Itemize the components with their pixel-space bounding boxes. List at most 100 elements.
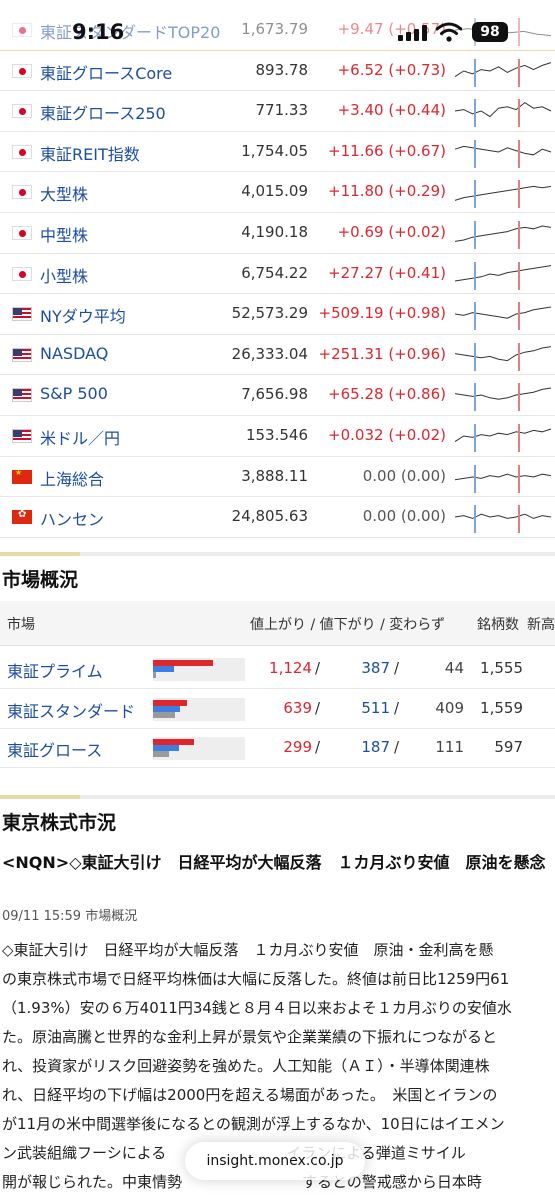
index-change: +11.66 (+0.67) <box>328 141 446 160</box>
index-row[interactable]: NASDAQ 26,333.04 +251.31 (+0.96) <box>0 335 555 376</box>
index-row[interactable]: 小型株 6,754.22 +27.27 (+0.41) <box>0 254 555 295</box>
cn-flag-icon <box>12 468 32 484</box>
sparkline-chart <box>454 220 552 249</box>
sparkline-series <box>454 387 552 401</box>
status-bar: 9:16 98 <box>0 0 555 62</box>
unchanged-bar-fill <box>153 712 175 718</box>
index-change: +251.31 (+0.96) <box>318 344 447 363</box>
index-name-link[interactable]: 大型株 <box>40 181 88 205</box>
sparkline-chart <box>454 342 552 371</box>
index-price: 24,805.63 <box>231 507 308 526</box>
sparkline-chart <box>454 464 552 493</box>
sparkline-chart <box>454 139 552 168</box>
index-name-link[interactable]: 東証REIT指数 <box>40 141 140 165</box>
index-change: +11.80 (+0.29) <box>328 182 446 201</box>
sparkline-chart <box>454 99 552 128</box>
sparkline-series <box>454 306 552 319</box>
market-name-link[interactable]: 東証プライム <box>7 658 103 682</box>
index-change: +0.032 (+0.02) <box>328 425 446 444</box>
index-row[interactable]: NYダウ平均 52,573.29 +509.19 (+0.98) <box>0 294 555 335</box>
index-price: 1,754.05 <box>241 141 308 160</box>
index-price: 4,015.09 <box>241 182 308 201</box>
declines-count: 187 <box>361 738 390 756</box>
unchanged-count: 111 <box>435 738 464 756</box>
browser-url-bar[interactable]: insight.monex.co.jp <box>185 1142 365 1180</box>
index-name-link[interactable]: 米ドル／円 <box>40 425 120 449</box>
unchanged-bar-fill <box>153 672 156 678</box>
index-price: 771.33 <box>255 101 309 120</box>
sparkline-series <box>454 264 552 282</box>
header-new-high: 新高 <box>527 617 555 633</box>
unchanged-count: 44 <box>444 659 464 677</box>
article-body-line: （1.93%）安の６万4011円34銭と８月４日以来およそ１カ月ぶりの安値水 <box>2 999 512 1017</box>
index-row[interactable]: 東証REIT指数 1,754.05 +11.66 (+0.67) <box>0 132 555 173</box>
separator: / <box>394 659 400 677</box>
issues-count: 1,555 <box>480 659 523 677</box>
sparkline-series <box>454 102 552 118</box>
issues-count: 1,559 <box>480 699 523 717</box>
advances-count: 1,124 <box>269 659 312 677</box>
index-name-link[interactable]: 小型株 <box>40 263 88 287</box>
index-name-link[interactable]: NASDAQ <box>40 344 108 363</box>
us-flag-icon <box>12 347 32 362</box>
index-name-link[interactable]: S&P 500 <box>40 384 108 403</box>
index-change: +0.69 (+0.02) <box>337 222 446 241</box>
index-name-link[interactable]: 東証グロース250 <box>40 100 166 124</box>
index-change: 0.00 (0.00) <box>362 466 446 485</box>
unchanged-bar-fill <box>153 751 169 757</box>
separator: / <box>315 738 321 756</box>
jp-flag-icon <box>12 185 32 200</box>
index-name-link[interactable]: 東証グロースCore <box>40 60 172 84</box>
index-name-link[interactable]: ハンセン <box>40 506 104 530</box>
sparkline-chart <box>454 423 552 452</box>
article-body-line: れ、投資家がリスク回避姿勢を強めた。人工知能（ＡＩ）・半導体関連株 <box>2 1057 490 1075</box>
article-body-line: た。原油高騰と世界的な金利上昇が景気や企業業績の下振れにつながると <box>2 1028 498 1046</box>
jp-flag-icon <box>12 225 32 240</box>
advances-count: 639 <box>283 699 312 717</box>
advance-decline-bar <box>153 737 245 760</box>
sparkline-chart <box>454 383 552 412</box>
market-row: 東証プライム1,124/387/441,5554 <box>0 649 555 689</box>
separator: / <box>394 738 400 756</box>
index-price: 26,333.04 <box>231 344 308 363</box>
us-flag-icon <box>12 388 32 403</box>
index-change: +6.52 (+0.73) <box>337 60 446 79</box>
index-row[interactable]: 東証グロース250 771.33 +3.40 (+0.44) <box>0 91 555 132</box>
issues-count: 597 <box>494 738 523 756</box>
market-row: 東証スタンダード 639/511/409 1,559 <box>0 689 555 729</box>
us-flag-icon <box>12 307 32 322</box>
article-body-line: の東京株式市場で日経平均株価は大幅に反落した。終値は前日比1259円61 <box>2 970 510 988</box>
jp-flag-icon <box>12 63 32 78</box>
decline-bar-fill <box>153 666 174 672</box>
index-row[interactable]: ハンセン 24,805.63 0.00 (0.00) <box>0 497 555 538</box>
index-change: +27.27 (+0.41) <box>328 263 446 282</box>
index-price: 153.546 <box>245 425 308 444</box>
advance-decline-bar <box>153 698 245 721</box>
index-row[interactable]: 大型株 4,015.09 +11.80 (+0.29) <box>0 172 555 213</box>
index-row[interactable]: 米ドル／円 153.546 +0.032 (+0.02) <box>0 416 555 457</box>
index-row[interactable]: 上海総合 3,888.11 0.00 (0.00) <box>0 457 555 498</box>
sparkline-series <box>454 473 552 480</box>
index-table: 東証スタンダードTOP20 1,673.79 +9.47 (+0.57) 東証グロース… <box>0 10 555 538</box>
index-row[interactable]: 中型株 4,190.18 +0.69 (+0.02) <box>0 213 555 254</box>
jp-flag-icon <box>12 266 32 281</box>
sparkline-series <box>454 513 552 520</box>
market-name-link[interactable]: 東証スタンダード <box>7 698 135 722</box>
separator: / <box>315 699 321 717</box>
advance-decline-bar <box>153 658 245 681</box>
header-advance-decline: 値上がり / 値下がり / 変わらず <box>250 617 445 633</box>
index-row[interactable]: S&P 500 7,656.98 +65.28 (+0.86) <box>0 375 555 416</box>
index-price: 7,656.98 <box>241 385 308 404</box>
sparkline-series <box>454 61 552 77</box>
tokyo-market-title: 東京株式市況 <box>2 812 117 834</box>
article-title-link[interactable]: <NQN>◇東証大引け 日経平均が大幅反落 １カ月ぶり安値 原油を懸念 <box>2 850 555 875</box>
unchanged-count: 409 <box>435 699 464 717</box>
market-name-link[interactable]: 東証グロース <box>7 737 102 761</box>
index-price: 6,754.22 <box>241 263 308 282</box>
index-name-link[interactable]: 中型株 <box>40 222 88 246</box>
jp-flag-icon <box>12 104 32 119</box>
index-change: +3.40 (+0.44) <box>337 101 446 120</box>
separator: / <box>315 659 321 677</box>
index-name-link[interactable]: NYダウ平均 <box>40 303 126 327</box>
index-name-link[interactable]: 上海総合 <box>40 466 104 490</box>
